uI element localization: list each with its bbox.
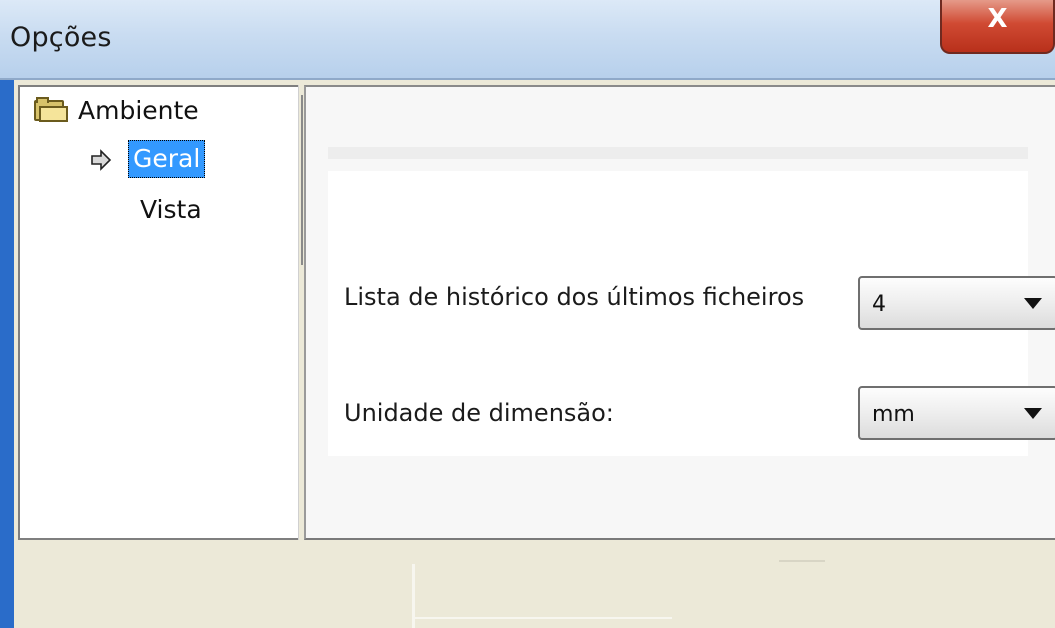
- tree-node-label-selected: Geral: [128, 140, 206, 178]
- tree-node-geral[interactable]: Geral: [90, 139, 206, 179]
- chevron-down-icon: [1024, 298, 1042, 309]
- tree-node-label: Vista: [140, 195, 202, 224]
- tree-node-ambiente[interactable]: Ambiente: [34, 93, 199, 127]
- unit-label: Unidade de dimensão:: [344, 399, 614, 427]
- history-count-value: 4: [872, 292, 886, 317]
- options-tree: Ambiente Geral Vista: [18, 85, 300, 540]
- window-frame-left: [0, 80, 14, 628]
- close-icon: X: [987, 4, 1008, 34]
- window-title: Opções: [10, 22, 112, 53]
- options-dialog: Opções X Ambiente Geral Vista Lista de h…: [0, 0, 1055, 628]
- tree-node-label: Ambiente: [78, 95, 199, 125]
- divider: [779, 560, 825, 562]
- divider: [412, 617, 672, 619]
- chevron-down-icon: [1024, 408, 1042, 419]
- arrow-right-icon: [90, 148, 112, 171]
- history-label: Lista de histórico dos últimos ficheiros: [344, 283, 805, 311]
- folder-open-icon: [34, 97, 68, 123]
- settings-group: Lista de histórico dos últimos ficheiros…: [328, 171, 1055, 456]
- dialog-button-area: [14, 542, 1055, 628]
- panel-band: [328, 147, 1028, 159]
- settings-panel: Lista de histórico dos últimos ficheiros…: [304, 85, 1055, 540]
- splitter-grip: [301, 95, 303, 265]
- title-bar[interactable]: Opções X: [0, 0, 1055, 80]
- tree-node-vista[interactable]: Vista: [140, 193, 202, 227]
- unit-value: mm: [872, 402, 915, 427]
- close-button[interactable]: X: [940, 0, 1055, 54]
- history-count-select[interactable]: 4: [858, 276, 1055, 330]
- unit-select[interactable]: mm: [858, 386, 1055, 440]
